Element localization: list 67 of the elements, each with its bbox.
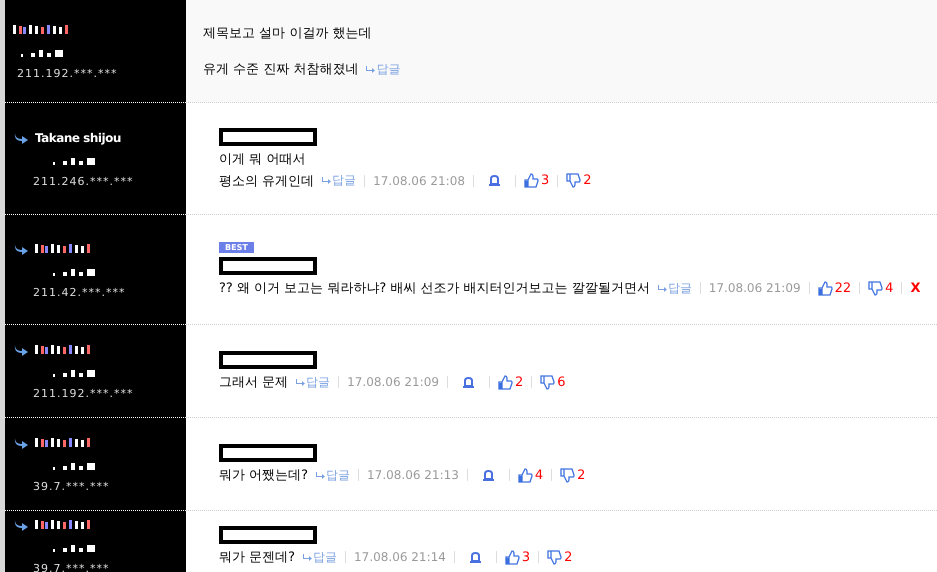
thumbs-down-icon[interactable]: [547, 550, 562, 564]
comment-text: 제목보고 설마 이걸까 했는데: [203, 25, 372, 42]
ip-address: 211.192.***.***: [32, 387, 134, 400]
ip-address: 211.192.***.***: [16, 67, 118, 80]
comment-text: 뭐가 문젠데?: [219, 549, 296, 566]
ip-address: 211.42.***.***: [32, 286, 126, 298]
reply-arrow-icon: [303, 554, 312, 560]
report-bell-icon[interactable]: [488, 175, 501, 186]
thumbs-up-icon[interactable]: [518, 468, 533, 482]
reply-arrow-icon: [13, 344, 29, 356]
comment-text: 이게 뭐 어때서: [219, 150, 306, 168]
like-count: 4: [534, 468, 544, 482]
comment-text: 유게 수준 진짜 처참해졌네: [203, 61, 358, 78]
comment-date: 17.08.06 21:09: [708, 281, 801, 295]
level-icon: [53, 370, 97, 378]
level-icon: [21, 50, 65, 58]
reply-link[interactable]: 답글: [322, 172, 356, 189]
like-count: 2: [514, 374, 524, 390]
best-badge: BEST: [219, 242, 254, 253]
thumbs-down-icon[interactable]: [868, 280, 884, 296]
like-count: 3: [522, 550, 530, 564]
dislike-count: 2: [564, 550, 572, 564]
comment-text: 평소의 유게인데: [219, 172, 314, 190]
like-count: 22: [834, 280, 852, 296]
like-count: 3: [540, 173, 550, 188]
thumbs-down-icon[interactable]: [560, 468, 576, 482]
dislike-count: 4: [885, 280, 894, 296]
reply-arrow-icon: [296, 378, 306, 386]
dislike-count: 2: [583, 173, 592, 188]
delete-button[interactable]: X: [910, 280, 920, 296]
level-icon: [53, 545, 97, 553]
report-bell-icon[interactable]: [482, 470, 495, 480]
dislike-count: 2: [577, 468, 586, 482]
level-icon: [53, 268, 97, 276]
reply-arrow-icon: [658, 284, 667, 292]
thumbs-down-icon[interactable]: [566, 173, 582, 188]
ip-address: 39.7.***.***: [32, 562, 110, 572]
comment-text: ?? 왜 이거 보고는 뭐라하냐? 배씨 선조가 배지터인거보고는 깔깔될거면서: [219, 280, 650, 297]
report-bell-icon[interactable]: [462, 376, 475, 388]
thumbs-up-icon[interactable]: [524, 173, 539, 188]
nickname[interactable]: Takane shijou: [35, 130, 121, 144]
reply-arrow-icon: [316, 472, 326, 478]
reply-link[interactable]: 답글: [316, 466, 350, 484]
comment-date: 17.08.06 21:09: [347, 375, 439, 389]
level-icon: [53, 463, 97, 471]
comment-text: 뭐가 어쨌는데?: [219, 467, 308, 484]
reply-arrow-icon: [13, 437, 29, 449]
reply-arrow-icon: [366, 66, 376, 72]
thumbs-up-icon[interactable]: [504, 550, 520, 564]
thumbs-down-icon[interactable]: [540, 374, 556, 390]
reply-link[interactable]: 답글: [658, 280, 692, 296]
reply-link[interactable]: 답글: [303, 548, 338, 566]
comment-date: 17.08.06 21:08: [373, 174, 465, 188]
reply-link[interactable]: 답글: [366, 60, 400, 78]
ip-address: 211.246.***.***: [32, 174, 134, 188]
dislike-count: 6: [557, 374, 566, 390]
thumbs-up-icon[interactable]: [818, 280, 833, 296]
level-icon: [53, 158, 97, 166]
reply-link[interactable]: 답글: [296, 374, 330, 390]
comment-date: 17.08.06 21:14: [354, 550, 446, 564]
ip-address: 39.7.***.***: [32, 480, 110, 493]
comment-text: 그래서 문제: [219, 374, 288, 391]
reply-arrow-icon: [322, 177, 332, 184]
thumbs-up-icon[interactable]: [498, 374, 513, 390]
comment-date: 17.08.06 21:13: [367, 468, 459, 482]
report-bell-icon[interactable]: [468, 552, 482, 562]
reply-arrow-icon: [13, 519, 29, 531]
